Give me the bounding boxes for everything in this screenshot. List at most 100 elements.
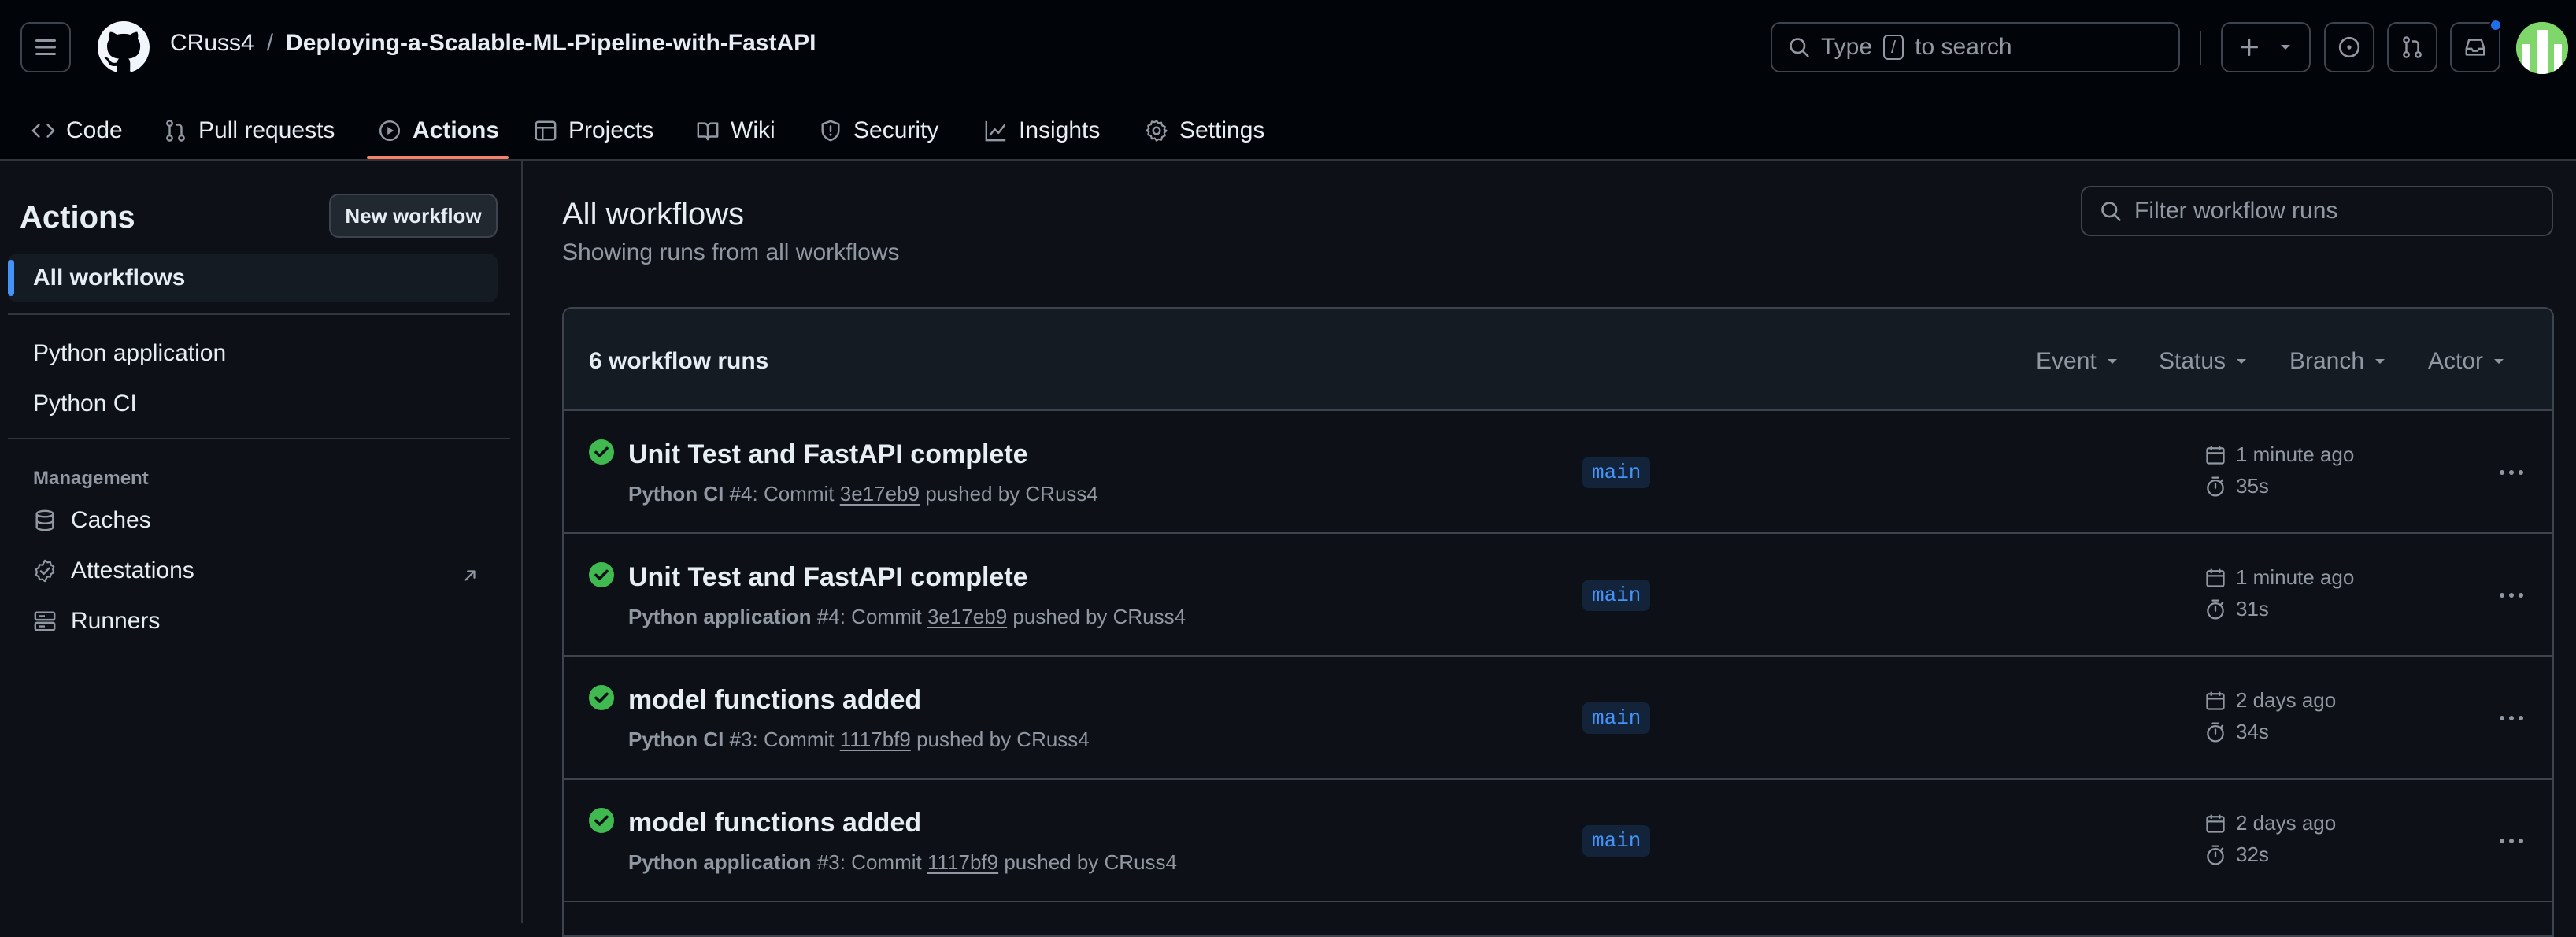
tab-wiki[interactable]: Wiki xyxy=(696,101,775,161)
run-title[interactable]: model functions added xyxy=(628,685,921,716)
branch-label[interactable]: main xyxy=(1582,825,1651,857)
branch-label[interactable]: main xyxy=(1582,580,1651,611)
shield-icon xyxy=(821,120,840,142)
run-duration: 32s xyxy=(2204,843,2269,867)
triangle-down-icon xyxy=(2237,359,2247,364)
run-time-label: 1 minute ago xyxy=(2236,443,2355,466)
run-commit-prefix: : Commit xyxy=(752,482,840,506)
breadcrumb-repo[interactable]: Deploying-a-Scalable-ML-Pipeline-with-Fa… xyxy=(286,30,816,57)
check-circle-fill-icon xyxy=(589,439,614,465)
avatar[interactable] xyxy=(2516,22,2568,74)
branch-filter[interactable]: Branch xyxy=(2289,348,2386,375)
run-time-label: 2 days ago xyxy=(2236,811,2337,835)
run-duration: 35s xyxy=(2204,474,2269,498)
run-workflow: Python CI xyxy=(628,728,724,751)
filter-label: Actor xyxy=(2428,348,2484,374)
run-duration-label: 32s xyxy=(2236,843,2269,866)
sidebar-item-python-application[interactable]: Python application xyxy=(8,329,498,378)
run-options-button[interactable] xyxy=(2496,457,2527,488)
search-input[interactable]: Type / to search xyxy=(1771,22,2180,72)
commit-link[interactable]: 3e17eb9 xyxy=(840,482,920,506)
calendar-icon xyxy=(2206,814,2225,833)
run-title[interactable]: Unit Test and FastAPI complete xyxy=(628,439,1028,470)
tab-settings[interactable]: Settings xyxy=(1145,101,1264,161)
tab-projects[interactable]: Projects xyxy=(534,101,653,161)
search-icon xyxy=(1790,38,1809,57)
stopwatch-icon xyxy=(2207,844,2224,865)
issues-button[interactable] xyxy=(2324,22,2374,72)
commit-link[interactable]: 1117bf9 xyxy=(927,850,998,874)
pull-requests-button[interactable] xyxy=(2387,22,2437,72)
kebab-horizontal-icon xyxy=(2500,593,2523,598)
run-time: 2 days ago xyxy=(2204,811,2336,835)
commit-link[interactable]: 1117bf9 xyxy=(840,728,911,751)
filter-placeholder: Filter workflow runs xyxy=(2134,198,2338,224)
run-title[interactable]: Unit Test and FastAPI complete xyxy=(628,562,1028,593)
search-icon xyxy=(2101,202,2121,221)
search-prefix: Type xyxy=(1821,34,1873,60)
sidebar-item-python-ci[interactable]: Python CI xyxy=(8,380,498,428)
run-number: #3 xyxy=(816,850,840,874)
run-pushed-by: pushed by CRuss4 xyxy=(998,850,1177,874)
run-time: 2 days ago xyxy=(2204,688,2336,713)
breadcrumb-owner[interactable]: CRuss4 xyxy=(170,30,254,57)
tab-label: Actions xyxy=(413,117,500,143)
table-icon xyxy=(535,120,557,141)
table-row[interactable]: Unit Test and FastAPI complete Python ap… xyxy=(564,534,2552,657)
tab-actions[interactable]: Actions xyxy=(378,101,499,161)
create-new-button[interactable] xyxy=(2221,22,2311,72)
run-workflow: Python CI xyxy=(628,482,724,506)
menu-button[interactable] xyxy=(20,22,71,72)
git-pull-request-icon xyxy=(2403,36,2422,58)
triangle-down-icon xyxy=(2375,359,2385,364)
runs-count: 6 workflow runs xyxy=(589,348,769,374)
table-row[interactable]: model functions added Python CI #3: Comm… xyxy=(564,657,2552,780)
run-options-button[interactable] xyxy=(2496,580,2527,611)
new-workflow-button[interactable]: New workflow xyxy=(329,194,498,238)
run-duration: 34s xyxy=(2204,720,2269,744)
page-title: All workflows xyxy=(562,197,745,231)
code-icon xyxy=(31,124,55,138)
tab-pull-requests[interactable]: Pull requests xyxy=(164,101,335,161)
sidebar-section-management: Management xyxy=(33,468,149,489)
branch-label[interactable]: main xyxy=(1582,457,1651,488)
link-external-icon xyxy=(464,570,476,581)
kebab-horizontal-icon xyxy=(2500,716,2523,720)
tab-label: Settings xyxy=(1179,117,1265,143)
tab-security[interactable]: Security xyxy=(819,101,938,161)
run-time: 1 minute ago xyxy=(2204,565,2354,590)
graph-icon xyxy=(985,120,1006,142)
status-filter[interactable]: Status xyxy=(2159,348,2248,375)
event-filter[interactable]: Event xyxy=(2036,348,2119,375)
tab-label: Security xyxy=(853,117,939,143)
run-duration-label: 34s xyxy=(2236,720,2269,743)
run-number: #4 xyxy=(816,605,840,628)
github-logo-icon[interactable] xyxy=(98,21,150,73)
table-row[interactable]: Unit Test and FastAPI complete Python CI… xyxy=(564,411,2552,534)
filter-label: Branch xyxy=(2289,348,2365,374)
workflow-runs-list: 6 workflow runs Event Status Branch Acto… xyxy=(562,307,2554,937)
filter-workflow-runs-input[interactable]: Filter workflow runs xyxy=(2081,186,2553,236)
run-meta: Python CI #4: Commit 3e17eb9 pushed by C… xyxy=(628,482,1098,506)
commit-link[interactable]: 3e17eb9 xyxy=(927,605,1007,628)
run-meta: Python application #3: Commit 1117bf9 pu… xyxy=(628,850,1177,875)
run-options-button[interactable] xyxy=(2496,825,2527,857)
sidebar-item-runners[interactable]: Runners xyxy=(33,602,160,641)
tab-insights[interactable]: Insights xyxy=(984,101,1100,161)
run-options-button[interactable] xyxy=(2496,702,2527,734)
workflow-runs-header: 6 workflow runs Event Status Branch Acto… xyxy=(564,309,2552,411)
run-title[interactable]: model functions added xyxy=(628,808,921,839)
branch-label[interactable]: main xyxy=(1582,702,1651,734)
tab-code[interactable]: Code xyxy=(31,101,123,161)
actor-filter[interactable]: Actor xyxy=(2428,348,2505,375)
tab-label: Insights xyxy=(1019,117,1101,143)
tab-label: Wiki xyxy=(731,117,775,143)
active-tab-indicator xyxy=(367,156,509,159)
sidebar-item-attestations[interactable]: Attestations xyxy=(33,551,194,591)
sidebar-item-all-workflows[interactable]: All workflows xyxy=(8,254,498,302)
calendar-icon xyxy=(2206,568,2225,587)
table-row[interactable]: model functions added Python application… xyxy=(564,780,2552,902)
triangle-down-icon xyxy=(2107,359,2117,364)
sidebar-item-caches[interactable]: Caches xyxy=(33,501,151,540)
tab-label: Projects xyxy=(568,117,654,143)
